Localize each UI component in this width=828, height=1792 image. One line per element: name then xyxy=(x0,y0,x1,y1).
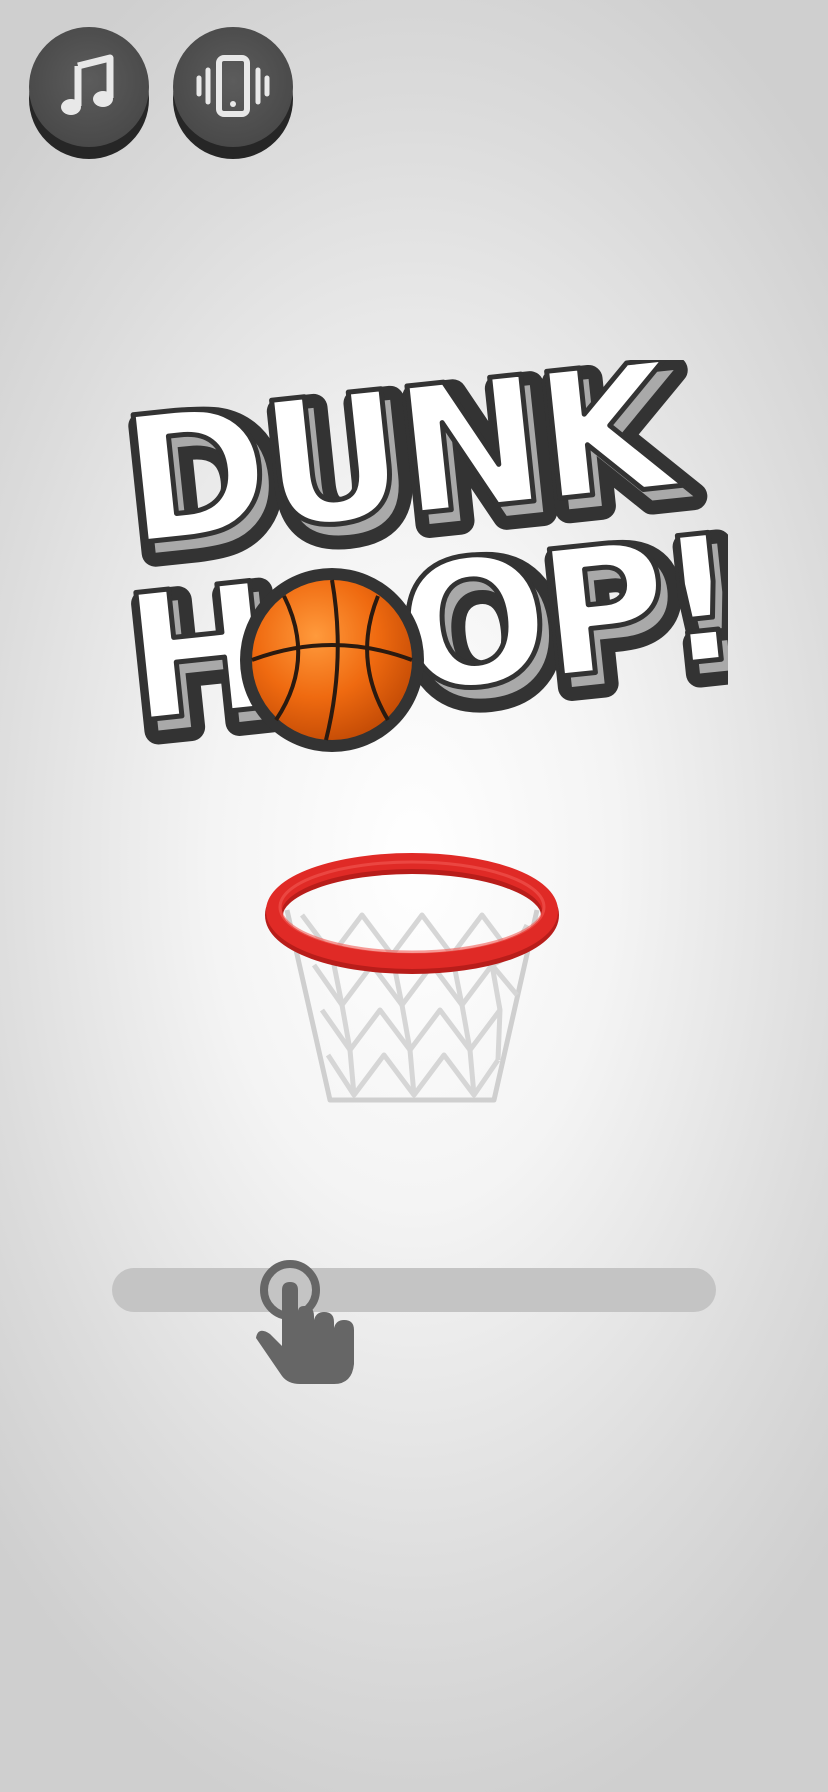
music-toggle-button[interactable] xyxy=(29,27,149,159)
tap-hand-icon xyxy=(248,1260,368,1400)
svg-text:OP!: OP! xyxy=(390,497,728,734)
hoop-rim xyxy=(265,853,559,974)
button-face xyxy=(29,27,149,147)
vibration-icon xyxy=(196,55,270,117)
basketball-hoop xyxy=(262,845,562,1125)
vibration-toggle-button[interactable] xyxy=(173,27,293,159)
button-face xyxy=(173,27,293,147)
game-title-logo: DUNK DUNK DUNK H H H OP! OP! OP! xyxy=(108,322,766,788)
music-note-icon xyxy=(61,54,114,115)
swipe-control-track[interactable] xyxy=(112,1268,716,1312)
basketball-icon xyxy=(240,568,424,752)
hoop-net xyxy=(284,909,540,1103)
